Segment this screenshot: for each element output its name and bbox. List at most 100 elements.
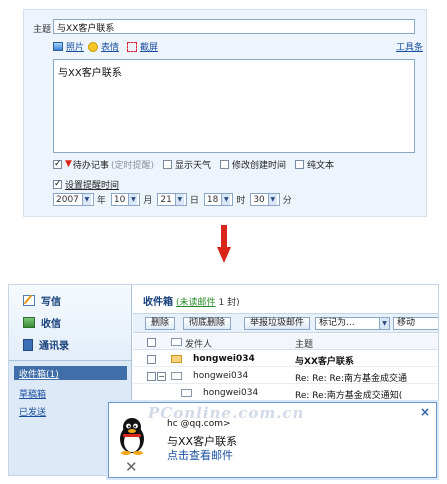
remind-checkbox[interactable] xyxy=(53,178,62,190)
todo-option[interactable]: ▼ 待办记事 (定时提醒) xyxy=(53,158,154,171)
write-button[interactable]: 写信 xyxy=(23,293,61,308)
select-all-checkbox[interactable] xyxy=(147,338,156,347)
chevron-down-icon: ▼ xyxy=(221,194,231,205)
row-checkbox[interactable] xyxy=(147,372,156,381)
down-arrow-icon xyxy=(217,225,231,263)
subject-label: 主题 xyxy=(33,25,52,35)
year-unit: 年 xyxy=(96,196,106,206)
emoji-tool[interactable]: 表情 xyxy=(88,40,119,53)
dismiss-icon[interactable]: ✕ xyxy=(125,458,138,476)
photo-tool[interactable]: 照片 xyxy=(53,40,84,53)
edit-time-option[interactable]: 修改创建时间 xyxy=(219,158,286,171)
inbox-download-icon xyxy=(23,317,35,328)
contacts-button[interactable]: 通讯录 xyxy=(23,337,69,352)
day-unit: 日 xyxy=(189,196,199,206)
row-subject: 与XX客户联系 xyxy=(295,357,354,367)
row-checkbox[interactable] xyxy=(147,355,156,364)
minute-value: 30 xyxy=(253,194,265,205)
minute-select[interactable]: 30 ▼ xyxy=(250,193,280,206)
unread-link[interactable]: (未读邮件 xyxy=(176,295,216,308)
subject-input[interactable]: 与XX客户联系 xyxy=(53,19,415,34)
compose-tools: 照片 表情 截屏 工具条 xyxy=(53,40,423,54)
hour-unit: 时 xyxy=(236,196,246,206)
qq-penguin-icon xyxy=(120,418,144,455)
hour-select[interactable]: 18 ▼ xyxy=(203,193,234,206)
todo-checkbox[interactable] xyxy=(53,158,62,170)
toolbox-link[interactable]: 工具条 xyxy=(396,40,423,53)
chevron-down-icon: ▼ xyxy=(267,194,277,205)
screenshot-label: 截屏 xyxy=(140,43,159,53)
move-label: 移动 xyxy=(397,318,416,328)
table-row[interactable]: hongwei034 Re: Re:南方基金成交通知( xyxy=(133,385,438,401)
row-sender: hongwei034 xyxy=(193,354,255,364)
write-label: 写信 xyxy=(41,297,61,308)
delete-button[interactable]: 删除 xyxy=(145,317,176,330)
sidebar-item-sent[interactable]: 已发送 xyxy=(19,405,46,418)
inbox-label: 收件箱(1) xyxy=(19,370,59,380)
plain-text-checkbox[interactable] xyxy=(295,159,304,169)
weather-label: 显示天气 xyxy=(174,160,211,171)
table-row[interactable]: − hongwei034 Re: Re: Re:南方基金成交通 xyxy=(133,368,438,384)
plain-text-option[interactable]: 纯文本 xyxy=(295,158,334,171)
close-icon[interactable]: × xyxy=(420,405,430,419)
inbox-title: 收件箱 xyxy=(143,297,173,308)
mark-as-label: 标记为... xyxy=(319,318,355,328)
chevron-down-icon: ▼ xyxy=(379,318,389,329)
smiley-icon xyxy=(88,41,98,52)
photo-icon xyxy=(53,42,63,51)
table-row[interactable]: hongwei034 与XX客户联系 xyxy=(133,351,438,367)
photo-label: 照片 xyxy=(66,43,85,53)
todo-label: 待办记事 xyxy=(72,160,109,171)
subject-column-header[interactable]: 主题 xyxy=(295,337,313,350)
contacts-label: 通讯录 xyxy=(39,341,69,352)
chevron-down-icon: ▼ xyxy=(128,194,138,205)
mark-as-select[interactable]: 标记为... ▼ xyxy=(315,317,390,330)
chevron-down-icon: ▼ xyxy=(174,194,184,205)
screenshot-page: 主题 与XX客户联系 照片 表情 截屏 工具条 与XX客户联系 ▼ 待办记事 xyxy=(0,0,447,484)
row-sender: hongwei034 xyxy=(203,388,259,398)
remind-option[interactable]: 设置提醒时间 xyxy=(53,178,119,191)
pencil-icon xyxy=(23,295,35,306)
plain-text-label: 纯文本 xyxy=(307,160,335,171)
day-value: 21 xyxy=(160,194,172,205)
remind-label: 设置提醒时间 xyxy=(65,181,120,191)
view-mail-link[interactable]: 点击查看邮件 xyxy=(167,447,233,463)
month-unit: 月 xyxy=(143,196,153,206)
compose-panel: 主题 与XX客户联系 照片 表情 截屏 工具条 与XX客户联系 ▼ 待办记事 xyxy=(23,9,427,217)
todo-hint: (定时提醒) xyxy=(110,160,154,171)
screenshot-tool[interactable]: 截屏 xyxy=(127,40,158,53)
move-select[interactable]: 移动 xyxy=(393,317,438,330)
sidebar-actions: 写信 收信 通讯录 xyxy=(9,285,131,361)
inbox-table-header: 发件人 主题 xyxy=(133,334,438,350)
year-value: 2007 xyxy=(56,194,79,205)
month-value: 10 xyxy=(113,194,126,205)
emoji-label: 表情 xyxy=(101,43,120,53)
screenshot-icon xyxy=(127,41,137,52)
edit-time-label: 修改创建时间 xyxy=(231,160,286,171)
row-subject: Re: Re:南方基金成交通知( xyxy=(295,391,403,401)
year-select[interactable]: 2007 ▼ xyxy=(53,193,94,206)
envelope-icon xyxy=(181,389,192,397)
remind-datetime: 2007 ▼ 年 10 ▼ 月 21 ▼ 日 18 ▼ 时 30 ▼ 分 xyxy=(53,193,297,206)
envelope-icon xyxy=(171,338,182,346)
row-sender: hongwei034 xyxy=(193,371,249,381)
edit-time-checkbox[interactable] xyxy=(219,159,229,169)
weather-option[interactable]: 显示天气 xyxy=(162,158,211,171)
message-body[interactable]: 与XX客户联系 xyxy=(53,59,415,153)
minute-unit: 分 xyxy=(282,196,292,206)
weather-checkbox[interactable] xyxy=(162,159,172,169)
watermark: PConline.com.cn xyxy=(148,404,305,422)
month-select[interactable]: 10 ▼ xyxy=(110,193,141,206)
receive-label: 收信 xyxy=(41,319,61,330)
row-subject: Re: Re: Re:南方基金成交通 xyxy=(295,374,407,384)
report-spam-button[interactable]: 举报垃圾邮件 xyxy=(244,317,311,330)
inbox-header: 收件箱 (未读邮件 1 封) xyxy=(143,293,240,308)
collapse-icon[interactable]: − xyxy=(157,372,166,381)
sidebar-item-drafts[interactable]: 草稿箱 xyxy=(19,387,46,400)
day-select[interactable]: 21 ▼ xyxy=(157,193,187,206)
sidebar-item-inbox[interactable]: 收件箱(1) xyxy=(14,366,127,380)
flag-icon: ▼ xyxy=(65,159,72,169)
receive-button[interactable]: 收信 xyxy=(23,315,61,330)
purge-button[interactable]: 彻底删除 xyxy=(183,317,232,330)
sender-column-header[interactable]: 发件人 xyxy=(185,337,212,350)
